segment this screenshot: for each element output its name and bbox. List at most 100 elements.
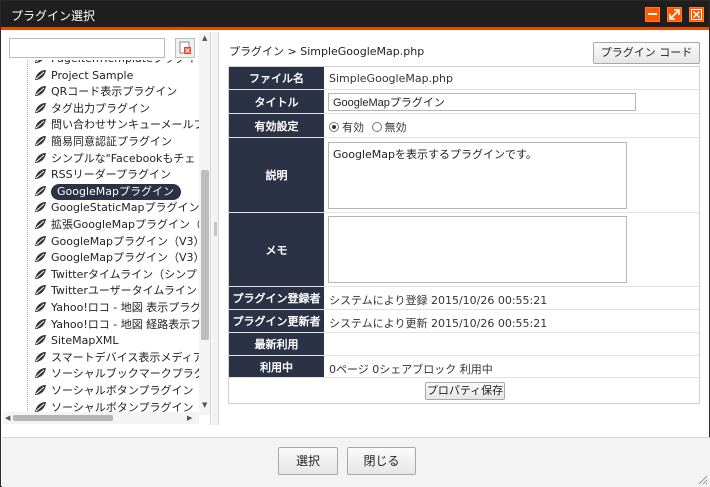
- title-row: タイトル: [229, 90, 699, 114]
- tree-item[interactable]: 簡易同意認証プラグイン: [34, 134, 172, 150]
- tree-item-label: 拡張GoogleMapプラグイン（: [51, 218, 199, 231]
- tree-item[interactable]: ソーシャルブックマークプラグ: [34, 366, 199, 382]
- registrant-value: システムにより登録 2015/10/26 00:55:21: [329, 294, 548, 307]
- plugin-leaf-icon: [34, 250, 51, 266]
- tree-vertical-scrollbar[interactable]: ▲ ▼: [199, 32, 210, 415]
- plugin-leaf-icon: [34, 217, 51, 233]
- in-use-label: 利用中: [229, 356, 324, 377]
- enabled-label: 有効設定: [229, 114, 324, 137]
- maximize-icon[interactable]: [667, 7, 682, 22]
- tree-item-label: 簡易同意認証プラグイン: [51, 135, 172, 148]
- tree-item-label: ソーシャルブックマークプラグ: [51, 367, 199, 381]
- tree-item-label: GoogleStaticMapプラグイン: [51, 201, 199, 215]
- plugin-leaf-icon: [34, 300, 51, 316]
- tree-item[interactable]: 拡張GoogleMapプラグイン（: [34, 217, 199, 233]
- dialog-footer: 選択 閉じる: [2, 437, 710, 487]
- tree-guide-line: [27, 60, 28, 415]
- minimize-icon[interactable]: [645, 7, 660, 22]
- tree-item-label: Yahoo!ロコ - 地図 表示プラグ: [51, 301, 199, 314]
- tree-horizontal-scroll-thumb[interactable]: [13, 415, 113, 421]
- plugin-leaf-icon: [34, 234, 51, 250]
- save-properties-button[interactable]: プロパティ保存: [425, 382, 505, 400]
- tree-item[interactable]: ソーシャルボタンプラグイン: [34, 383, 193, 399]
- in-use-row: 利用中 0ページ 0シェアブロック 利用中: [229, 356, 699, 378]
- memo-textarea[interactable]: [328, 216, 627, 283]
- tree-item-label: ソーシャルボタンプラグイン: [51, 384, 194, 397]
- window-title: プラグイン選択: [11, 9, 96, 23]
- properties-table: ファイル名 SimpleGoogleMap.php タイトル 有効設定 有効 無…: [228, 66, 700, 404]
- close-button[interactable]: 閉じる: [347, 447, 416, 475]
- tree-item[interactable]: 問い合わせサンキューメールプ: [34, 117, 199, 133]
- plugin-leaf-icon: [34, 317, 51, 333]
- scroll-down-icon[interactable]: ▼: [202, 401, 207, 409]
- enabled-row: 有効設定 有効 無効: [229, 114, 699, 138]
- enabled-radio-group: 有効 無効: [329, 119, 407, 135]
- plugin-leaf-icon: [34, 383, 51, 399]
- description-textarea[interactable]: GoogleMapを表示するプラグインです。: [328, 142, 627, 209]
- tree-item-selected[interactable]: GoogleMapプラグイン: [34, 183, 182, 200]
- tree-item[interactable]: PageItemTemplateプラグイン: [34, 60, 199, 67]
- updater-label: プラグイン更新者: [229, 310, 324, 332]
- pane-splitter[interactable]: [212, 32, 219, 425]
- tree-item[interactable]: RSSリーダープラグイン: [34, 167, 171, 183]
- tree-item[interactable]: Project Sample: [34, 68, 133, 84]
- description-label: 説明: [229, 138, 324, 212]
- registrant-label: プラグイン登録者: [229, 287, 324, 309]
- title-input[interactable]: [328, 93, 636, 111]
- plugin-leaf-icon: [34, 200, 51, 216]
- plugin-code-button[interactable]: プラグイン コード: [593, 42, 700, 64]
- tree-item[interactable]: QRコード表示プラグイン: [34, 84, 177, 100]
- tree-item[interactable]: GoogleMapプラグイン（V3）: [34, 234, 199, 250]
- tree-item-label: タグ出力プラグイン: [51, 101, 150, 115]
- updater-row: プラグイン更新者 システムにより更新 2015/10/26 00:55:21: [229, 310, 699, 333]
- tree-item[interactable]: シンプルな"Facebookもチェ: [34, 151, 195, 167]
- enabled-off-radio[interactable]: [371, 122, 382, 132]
- memo-label: メモ: [229, 213, 324, 286]
- tree-item[interactable]: スマートデバイス表示メディア: [34, 350, 199, 366]
- scroll-right-icon[interactable]: ▶: [187, 414, 192, 422]
- tree-item[interactable]: Twitterユーザータイムライン: [34, 283, 197, 299]
- tree-item-label: シンプルな"Facebookもチェ: [51, 151, 196, 165]
- tree-item-label: 問い合わせサンキューメールプ: [51, 118, 199, 132]
- search-clear-button[interactable]: [175, 38, 195, 58]
- plugin-leaf-icon: [34, 267, 51, 283]
- search-input[interactable]: [9, 38, 165, 58]
- tree-item-label: Twitterタイムライン（シンプ: [51, 267, 197, 281]
- tree-item[interactable]: Twitterタイムライン（シンプ: [34, 267, 197, 283]
- filename-label: ファイル名: [229, 67, 324, 89]
- tree-item[interactable]: Yahoo!ロコ - 地図 表示プラグ: [34, 300, 199, 316]
- tree-item[interactable]: SiteMapXML: [34, 333, 119, 349]
- plugin-leaf-icon: [34, 333, 51, 349]
- tree-horizontal-scrollbar[interactable]: ◀ ▶: [3, 412, 199, 424]
- tree-item[interactable]: GoogleStaticMapプラグイン: [34, 200, 199, 216]
- tree-item-label: SiteMapXML: [51, 334, 119, 348]
- plugin-leaf-icon: [34, 151, 51, 167]
- plugin-select-dialog: プラグイン選択 PageItemTemplateプラグイン Project Sam…: [0, 0, 710, 487]
- plugin-leaf-icon: [34, 117, 51, 133]
- tree-item-label: Project Sample: [51, 68, 134, 82]
- close-icon[interactable]: [689, 7, 704, 22]
- tree-item[interactable]: タグ出力プラグイン: [34, 101, 150, 117]
- resize-grip-icon[interactable]: [696, 473, 708, 485]
- updater-value: システムにより更新 2015/10/26 00:55:21: [329, 317, 548, 330]
- plugin-leaf-icon: [34, 60, 51, 67]
- tree-vertical-scroll-thumb[interactable]: [201, 170, 209, 340]
- titlebar: プラグイン選択: [1, 1, 709, 30]
- plugin-tree-pane: PageItemTemplateプラグイン Project Sample QRコード…: [3, 32, 211, 425]
- enabled-on-radio[interactable]: [329, 122, 339, 132]
- tree-item-label: PageItemTemplateプラグイン: [51, 60, 199, 65]
- registrant-row: プラグイン登録者 システムにより登録 2015/10/26 00:55:21: [229, 287, 699, 310]
- scroll-up-icon[interactable]: ▲: [202, 34, 207, 42]
- splitter-grip[interactable]: [214, 222, 217, 236]
- scroll-left-icon[interactable]: ◀: [5, 414, 10, 422]
- tree-item[interactable]: GoogleMapプラグイン（V3）: [34, 250, 199, 266]
- tree-item-label: RSSリーダープラグイン: [51, 168, 171, 182]
- plugin-leaf-icon: [34, 350, 51, 366]
- tree-item-label: GoogleMapプラグイン: [51, 183, 182, 200]
- select-button[interactable]: 選択: [278, 447, 338, 475]
- breadcrumb: プラグイン > SimpleGoogleMap.php: [229, 45, 425, 58]
- tree-item[interactable]: Yahoo!ロコ - 地図 経路表示プ: [34, 317, 199, 333]
- plugin-tree: PageItemTemplateプラグイン Project Sample QRコード…: [3, 60, 199, 424]
- plugin-leaf-icon: [34, 101, 51, 117]
- memo-row: メモ: [229, 213, 699, 287]
